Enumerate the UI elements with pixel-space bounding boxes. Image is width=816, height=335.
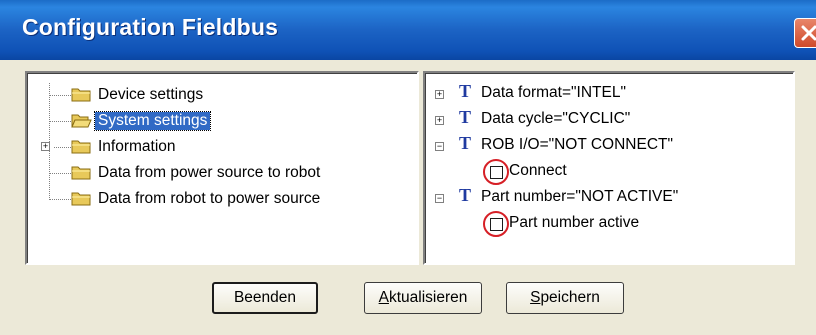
- expand-toggle[interactable]: +: [41, 142, 50, 151]
- tree-item-label: Data from power source to robot: [98, 164, 321, 181]
- folder-open-icon: [71, 114, 92, 128]
- expand-toggle[interactable]: +: [435, 116, 444, 125]
- folder-icon: [71, 192, 91, 206]
- tree-item-label: System settings: [93, 111, 212, 131]
- collapse-toggle[interactable]: −: [435, 194, 444, 203]
- part-number-active-checkbox[interactable]: [490, 218, 503, 231]
- aktualisieren-button[interactable]: Aktualisieren: [364, 282, 482, 314]
- property-data-format[interactable]: Data format="INTEL": [481, 84, 626, 102]
- text-type-icon: T: [459, 185, 472, 205]
- tree-line: [49, 199, 73, 200]
- text-type-icon: T: [459, 133, 472, 153]
- speichern-button[interactable]: Speichern: [506, 282, 624, 314]
- beenden-button[interactable]: Beenden: [212, 282, 318, 314]
- tree-line: [49, 173, 73, 174]
- expand-toggle[interactable]: +: [435, 90, 444, 99]
- connect-label: Connect: [509, 162, 567, 179]
- configuration-fieldbus-dialog: Configuration Fieldbus Device settings S…: [0, 0, 816, 335]
- settings-tree-panel[interactable]: Device settings System settings + Inform…: [25, 71, 419, 265]
- property-part-number[interactable]: Part number="NOT ACTIVE": [481, 188, 678, 206]
- folder-icon: [71, 88, 91, 102]
- connect-checkbox[interactable]: [490, 166, 503, 179]
- property-data-cycle[interactable]: Data cycle="CYCLIC": [481, 110, 630, 128]
- close-icon: [801, 25, 816, 41]
- text-type-icon: T: [459, 107, 472, 127]
- tree-item-label: Information: [98, 138, 176, 155]
- close-button[interactable]: [794, 18, 816, 48]
- part-number-active-label: Part number active: [509, 214, 640, 231]
- title-bar[interactable]: Configuration Fieldbus: [0, 0, 816, 60]
- collapse-toggle[interactable]: −: [435, 142, 444, 151]
- text-type-icon: T: [459, 81, 472, 101]
- property-rob-io[interactable]: ROB I/O="NOT CONNECT": [481, 136, 673, 154]
- window-title: Configuration Fieldbus: [22, 14, 279, 40]
- tree-line: [49, 121, 73, 122]
- folder-icon: [71, 140, 91, 154]
- tree-line: [49, 95, 73, 96]
- properties-panel[interactable]: + T Data format="INTEL" + T Data cycle="…: [423, 71, 795, 265]
- tree-item-label: Device settings: [98, 86, 204, 103]
- tree-item-label: Data from robot to power source: [98, 190, 321, 207]
- folder-icon: [71, 166, 91, 180]
